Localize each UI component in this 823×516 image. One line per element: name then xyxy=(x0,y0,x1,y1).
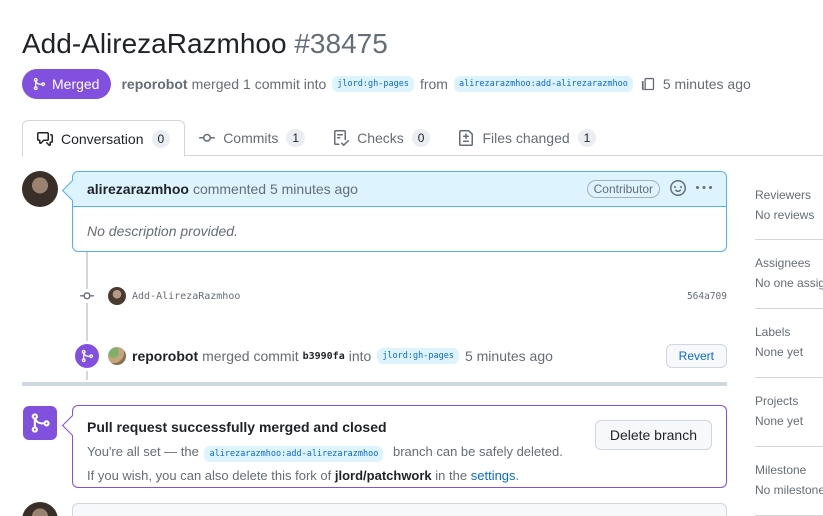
copy-icon[interactable] xyxy=(641,77,655,91)
pr-sidebar: Reviewers No reviews Assignees No one as… xyxy=(755,172,823,516)
sidebar-heading: Assignees xyxy=(755,256,811,270)
sidebar-heading: Labels xyxy=(755,325,791,339)
sidebar-reviewers[interactable]: Reviewers No reviews xyxy=(755,172,823,240)
merge-time[interactable]: 5 minutes ago xyxy=(465,348,553,364)
from-text: from xyxy=(419,76,448,92)
tab-counter: 0 xyxy=(151,129,171,148)
comment-header: alirezarazmhoo commented 5 minutes ago C… xyxy=(73,172,726,207)
comment-time[interactable]: commented 5 minutes ago xyxy=(193,181,358,197)
tab-counter: 1 xyxy=(286,129,306,147)
sidebar-value: No one assigned xyxy=(755,276,823,290)
kebab-horizontal-icon[interactable] xyxy=(696,180,712,199)
tab-files-changed[interactable]: Files changed 1 xyxy=(444,120,610,156)
head-branch[interactable]: alirezarazmhoo:add-alirezarazmhoo xyxy=(453,76,633,92)
tab-checks[interactable]: Checks 0 xyxy=(319,120,444,156)
sidebar-projects[interactable]: Projects None yet xyxy=(755,378,823,447)
settings-link[interactable]: settings xyxy=(471,468,516,483)
pr-title: Add-AlirezaRazmhoo #38475 xyxy=(22,28,388,60)
merged-state-badge: Merged xyxy=(22,69,112,99)
sidebar-heading: Reviewers xyxy=(755,188,812,202)
pr-author-link[interactable]: reporobot xyxy=(121,76,187,92)
pr-title-text: Add-AlirezaRazmhoo xyxy=(22,28,287,59)
timeline-divider xyxy=(22,382,727,386)
new-comment-box xyxy=(72,503,727,516)
pr-meta: Merged reporobot merged 1 commit into jl… xyxy=(22,69,751,99)
pr-number: #38475 xyxy=(294,28,388,59)
merged-line2-end: . xyxy=(515,468,520,483)
deletable-branch[interactable]: alirezarazmhoo:add-alirezarazmhoo xyxy=(204,446,384,462)
comment-author-avatar[interactable] xyxy=(22,171,58,207)
merge-text: merged commit xyxy=(202,348,299,364)
merged-status-box: Pull request successfully merged and clo… xyxy=(72,405,727,488)
file-diff-icon xyxy=(459,130,474,146)
merged-line2-pre: If you wish, you can also delete this fo… xyxy=(87,468,332,483)
merged-line2-mid: in the xyxy=(435,468,468,483)
git-merge-icon xyxy=(73,342,101,370)
git-commit-icon xyxy=(199,133,216,142)
merged-line1-post: branch can be safely deleted. xyxy=(393,444,563,459)
pr-time: 5 minutes ago xyxy=(662,76,751,92)
sidebar-value: No reviews xyxy=(755,208,815,222)
merge-base-branch[interactable]: jlord:gh-pages xyxy=(377,348,459,364)
sidebar-assignees[interactable]: Assignees No one assigned xyxy=(755,240,823,309)
checklist-icon xyxy=(334,130,350,146)
sidebar-value: No milestone xyxy=(755,483,823,497)
sidebar-value: None yet xyxy=(755,414,804,428)
state-label: Merged xyxy=(52,76,100,92)
merge-event: reporobot merged commit b3990fa into jlo… xyxy=(73,340,727,372)
contributor-badge: Contributor xyxy=(586,180,660,198)
tab-conversation[interactable]: Conversation 0 xyxy=(22,120,186,157)
comment-body: No description provided. xyxy=(87,223,238,239)
tab-counter: 1 xyxy=(577,129,597,147)
revert-button[interactable]: Revert xyxy=(665,344,727,368)
merge-sha-link[interactable]: b3990fa xyxy=(303,351,345,362)
comment-author[interactable]: alirezarazmhoo xyxy=(87,181,189,197)
commit-message-link[interactable]: Add-AlirezaRazmhoo xyxy=(132,291,240,302)
tab-commits[interactable]: Commits 1 xyxy=(185,120,319,156)
merge-actor[interactable]: reporobot xyxy=(132,348,198,364)
sidebar-labels[interactable]: Labels None yet xyxy=(755,309,823,378)
commit-count-text: 1 commit into xyxy=(243,76,327,92)
tab-counter: 0 xyxy=(411,129,431,147)
pr-description-comment: alirezarazmhoo commented 5 minutes ago C… xyxy=(72,171,727,252)
commit-item: Add-AlirezaRazmhoo 564a709 xyxy=(80,285,727,307)
commit-sha-link[interactable]: 564a709 xyxy=(687,291,727,302)
tab-label: Commits xyxy=(223,130,279,146)
sidebar-milestone[interactable]: Milestone No milestone xyxy=(755,447,823,516)
sidebar-heading: Milestone xyxy=(755,463,807,477)
git-merge-icon xyxy=(23,406,57,440)
tab-label: Checks xyxy=(357,130,404,146)
merged-line-fork: If you wish, you can also delete this fo… xyxy=(87,465,712,486)
base-branch[interactable]: jlord:gh-pages xyxy=(332,76,414,92)
fork-repo-name: jlord/patchwork xyxy=(334,468,432,483)
sidebar-heading: Projects xyxy=(755,394,799,408)
git-commit-icon xyxy=(80,289,94,303)
next-comment-avatar[interactable] xyxy=(22,502,58,516)
merge-actor-avatar[interactable] xyxy=(108,347,126,365)
sidebar-value: None yet xyxy=(755,345,804,359)
tab-label: Conversation xyxy=(61,130,144,147)
git-merge-icon xyxy=(33,77,46,91)
merged-text: merged xyxy=(191,76,240,92)
comment-discussion-icon xyxy=(37,131,53,146)
into-text: into xyxy=(348,348,372,364)
smiley-icon[interactable] xyxy=(670,179,686,199)
pr-tabs: Conversation 0 Commits 1 Checks 0 Files … xyxy=(22,120,823,157)
commit-author-avatar[interactable] xyxy=(108,287,126,305)
delete-branch-button[interactable]: Delete branch xyxy=(594,420,712,450)
tab-label: Files changed xyxy=(482,130,570,146)
merged-line1-pre: You're all set — the xyxy=(87,444,199,459)
